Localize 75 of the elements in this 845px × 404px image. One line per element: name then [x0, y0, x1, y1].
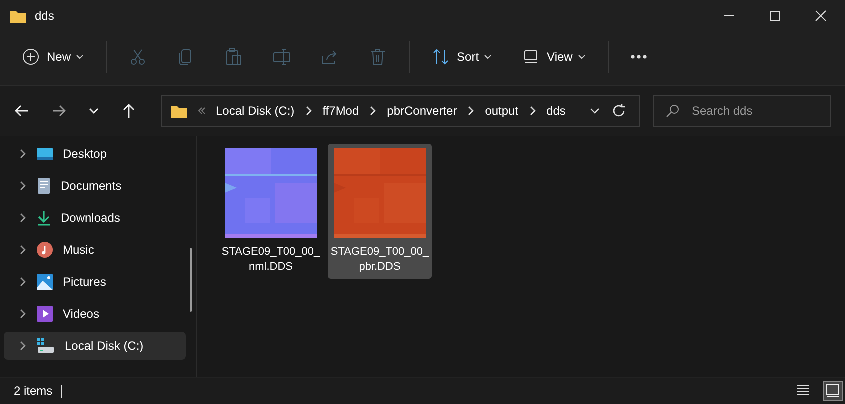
breadcrumb[interactable]: pbrConverter	[387, 104, 458, 118]
sidebar-item[interactable]: Desktop	[4, 140, 186, 168]
back-icon[interactable]	[14, 103, 30, 119]
drive-icon	[37, 338, 55, 354]
chevron-right-icon	[369, 106, 378, 116]
chevron-right-icon	[19, 309, 27, 319]
sidebar-label: Documents	[61, 179, 122, 193]
desktop-icon	[37, 147, 53, 161]
plus-icon	[22, 48, 40, 66]
sidebar-label: Local Disk (C:)	[65, 339, 144, 353]
chevron-right-icon	[19, 213, 27, 223]
window-title: dds	[35, 9, 54, 23]
item-count: 2 items	[14, 384, 53, 398]
maximize-icon[interactable]	[769, 10, 781, 22]
download-icon	[37, 210, 51, 226]
folder-icon	[170, 104, 188, 118]
sidebar-item[interactable]: Videos	[4, 300, 186, 328]
more-icon	[630, 55, 647, 59]
chevron-right-icon	[19, 149, 27, 159]
search-icon	[666, 104, 680, 118]
file-name: STAGE09_T00_00_ nml.DDS	[220, 245, 322, 275]
search-box[interactable]: Search dds	[653, 95, 831, 127]
caret-icon	[76, 53, 84, 61]
sidebar-label: Desktop	[63, 147, 108, 161]
share-icon	[321, 48, 340, 66]
chevron-right-icon	[304, 106, 313, 116]
folder-icon	[9, 8, 27, 24]
breadcrumb[interactable]: output	[485, 104, 519, 118]
list-icon	[796, 384, 810, 398]
forward-icon[interactable]	[51, 103, 67, 119]
sidebar-item[interactable]: Pictures	[4, 268, 186, 296]
chevrons-left-icon	[198, 107, 206, 115]
file-item[interactable]: STAGE09_T00_00_ pbr.DDS	[328, 144, 432, 279]
document-icon	[37, 178, 51, 194]
close-icon[interactable]	[815, 10, 827, 22]
chevron-right-icon	[19, 245, 27, 255]
sort-button[interactable]: Sort	[420, 42, 504, 72]
chevron-right-icon	[528, 106, 537, 116]
file-name: STAGE09_T00_00_ pbr.DDS	[330, 245, 430, 275]
sidebar-label: Music	[63, 243, 94, 257]
monitor-icon	[522, 48, 540, 66]
chevron-right-icon	[467, 106, 476, 116]
sidebar-label: Videos	[63, 307, 100, 321]
chevron-right-icon	[19, 277, 27, 287]
large-icons-view-button[interactable]	[823, 381, 843, 401]
caret-icon	[578, 53, 586, 61]
file-item[interactable]: STAGE09_T00_00_ nml.DDS	[219, 144, 323, 279]
trash-icon	[369, 48, 388, 66]
sidebar-item[interactable]: Downloads	[4, 204, 186, 232]
breadcrumb[interactable]: dds	[546, 104, 566, 118]
video-icon	[37, 306, 53, 322]
scrollbar[interactable]	[190, 248, 192, 312]
address-bar[interactable]: Local Disk (C:) ff7Mod pbrConverter output dds	[161, 95, 640, 127]
music-icon	[37, 242, 53, 258]
paste-icon	[225, 48, 244, 66]
rename-icon	[273, 48, 292, 66]
search-field[interactable]: Search dds	[690, 103, 814, 119]
sort-icon	[432, 48, 450, 66]
breadcrumb[interactable]: ff7Mod	[322, 104, 360, 118]
tile-icon	[826, 384, 840, 398]
picture-icon	[37, 274, 53, 290]
caret-icon	[484, 53, 492, 61]
chevron-right-icon	[19, 341, 27, 351]
view-button[interactable]: View	[510, 42, 598, 72]
scissors-icon	[129, 48, 148, 66]
breadcrumb[interactable]: Local Disk (C:)	[216, 104, 295, 118]
chevron-right-icon	[19, 181, 27, 191]
refresh-icon[interactable]	[611, 103, 627, 119]
sidebar-label: Downloads	[61, 211, 120, 225]
sidebar-item[interactable]: Documents	[4, 172, 186, 200]
sidebar-item[interactable]: Music	[4, 236, 186, 264]
up-icon[interactable]	[121, 103, 137, 119]
sidebar-item[interactable]: Local Disk (C:)	[4, 332, 186, 360]
sidebar-label: Pictures	[63, 275, 106, 289]
new-button[interactable]: New	[10, 42, 96, 72]
